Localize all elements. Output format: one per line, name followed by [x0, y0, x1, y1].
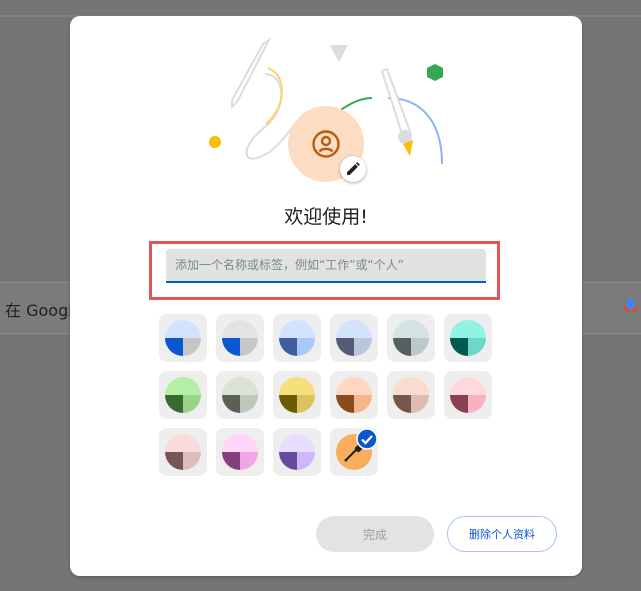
done-button[interactable]: 完成 [316, 516, 434, 552]
theme-preview-circle [450, 377, 486, 413]
theme-swatch-green[interactable] [159, 371, 207, 419]
edit-avatar-button[interactable] [340, 156, 366, 182]
theme-swatch-yellow[interactable] [273, 371, 321, 419]
theme-preview-circle [165, 320, 201, 356]
theme-swatch-orange[interactable] [330, 371, 378, 419]
grey-triangle [330, 45, 348, 62]
green-hexagon [427, 64, 443, 81]
theme-swatch-slate[interactable] [330, 314, 378, 362]
yellow-dot [209, 136, 221, 148]
theme-preview-circle [165, 434, 201, 470]
theme-swatch-purple[interactable] [273, 428, 321, 476]
microphone-icon [624, 298, 638, 316]
dialog-title: 欢迎使用! [284, 206, 368, 228]
theme-swatch-olive[interactable] [216, 371, 264, 419]
theme-preview-circle [279, 377, 315, 413]
theme-swatch-pink-grey[interactable] [159, 428, 207, 476]
theme-swatch-default-blue[interactable] [159, 314, 207, 362]
theme-preview-circle [165, 377, 201, 413]
theme-preview-circle [393, 377, 429, 413]
theme-preview-circle [222, 377, 258, 413]
theme-preview-circle [222, 320, 258, 356]
delete-profile-button[interactable]: 删除个人资料 [447, 516, 557, 552]
theme-preview-circle [393, 320, 429, 356]
theme-swatch-peach[interactable] [387, 371, 435, 419]
profile-setup-dialog: 欢迎使用! 完成 删除个人资料 [70, 16, 582, 576]
theme-swatch-cool-grey[interactable] [387, 314, 435, 362]
background-search-text: 在 Googl [5, 301, 73, 320]
check-circle-icon [356, 428, 378, 450]
pencil-icon [347, 162, 360, 175]
theme-preview-circle [222, 434, 258, 470]
account-circle-icon [312, 130, 340, 158]
theme-swatch-blue[interactable] [273, 314, 321, 362]
theme-preview-circle [279, 434, 315, 470]
theme-preview-circle [336, 320, 372, 356]
theme-swatch-aqua[interactable] [444, 314, 492, 362]
theme-swatch-rose[interactable] [444, 371, 492, 419]
theme-swatch-magenta[interactable] [216, 428, 264, 476]
theme-preview-circle [450, 320, 486, 356]
theme-preview-circle [279, 320, 315, 356]
pencil-right-decoration [380, 67, 413, 156]
theme-color-grid [159, 314, 499, 482]
theme-preview-circle [336, 377, 372, 413]
profile-name-input[interactable] [166, 249, 486, 283]
theme-swatch-grey[interactable] [216, 314, 264, 362]
